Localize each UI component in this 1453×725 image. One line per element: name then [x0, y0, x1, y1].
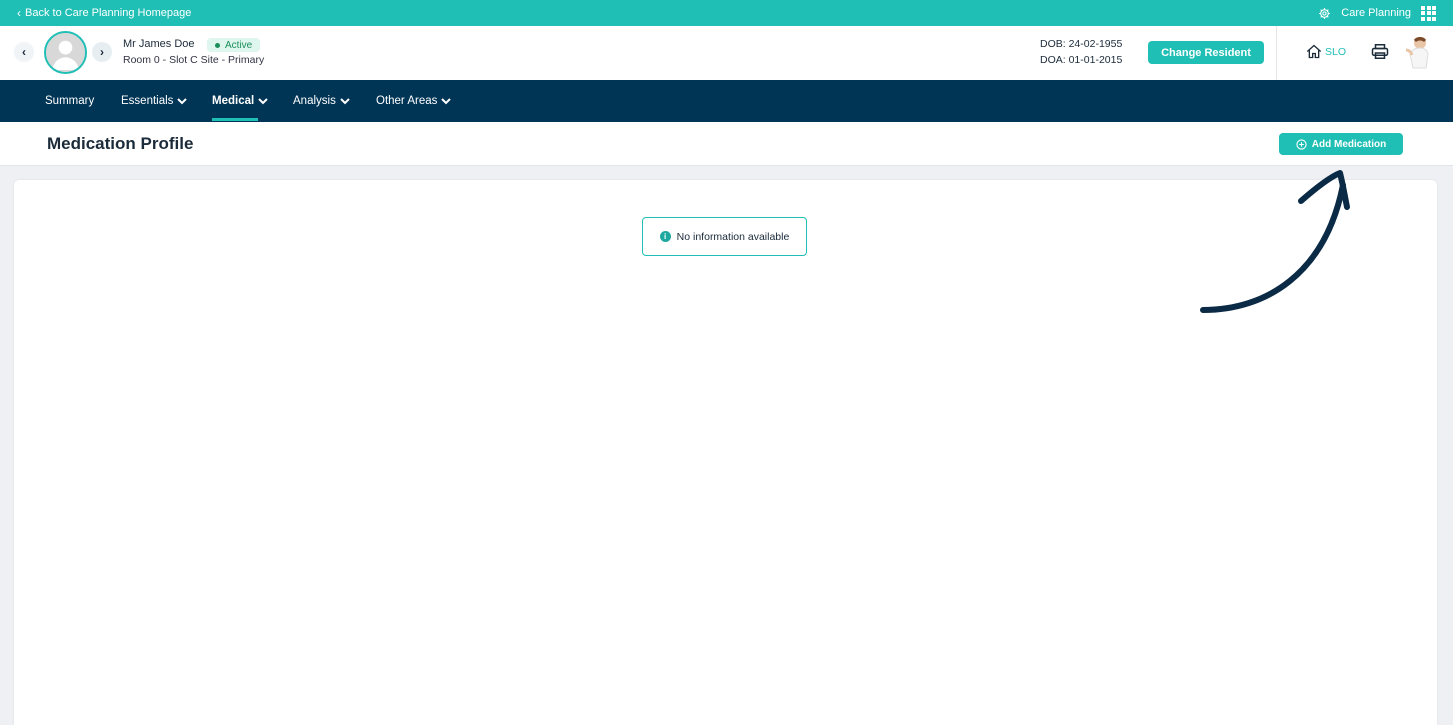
chevron-left-icon: ‹ — [17, 6, 21, 20]
resident-name: Mr James Doe — [123, 38, 195, 50]
printer-icon[interactable] — [1371, 43, 1389, 65]
page-title: Medication Profile — [47, 134, 194, 153]
apps-grid-icon[interactable] — [1421, 5, 1436, 21]
resident-dob: DOB: 24-02-1955 — [1040, 38, 1123, 50]
chevron-down-icon — [177, 97, 188, 104]
status-badge: Active — [207, 38, 261, 52]
nav-item-summary[interactable]: Summary — [45, 80, 94, 122]
main-nav: Summary Essentials Medical Analysis Othe… — [0, 80, 1453, 122]
top-bar: ‹ Back to Care Planning Homepage Care Pl… — [0, 0, 1453, 26]
nav-item-label: Summary — [45, 95, 95, 107]
status-label: Active — [225, 39, 253, 51]
nav-item-other-areas[interactable]: Other Areas — [376, 80, 452, 122]
previous-resident-button[interactable]: ‹ — [14, 42, 34, 62]
header-divider — [1276, 26, 1277, 80]
chevron-down-icon — [258, 97, 268, 104]
chevron-down-icon — [340, 97, 350, 104]
home-icon — [1306, 44, 1322, 59]
status-dot-icon — [215, 42, 220, 48]
empty-state-label: No information available — [676, 230, 790, 243]
info-icon: i — [659, 231, 671, 242]
active-tab-indicator — [212, 118, 258, 121]
app-name: Care Planning — [1341, 7, 1411, 19]
home-label: SLO — [1325, 45, 1347, 58]
page-header: Medication Profile Add Medication — [0, 122, 1453, 166]
nav-item-label: Analysis — [293, 95, 336, 107]
change-resident-button[interactable]: Change Resident — [1148, 41, 1264, 64]
annotation-arrow — [1200, 170, 1350, 313]
nav-item-label: Medical — [212, 95, 255, 107]
nav-item-label: Essentials — [121, 95, 174, 107]
nav-item-analysis[interactable]: Analysis — [293, 80, 350, 122]
next-resident-button[interactable]: › — [92, 42, 112, 62]
user-avatar[interactable] — [1404, 34, 1432, 70]
back-link-label: Back to Care Planning Homepage — [25, 7, 192, 19]
back-to-homepage-link[interactable]: ‹ Back to Care Planning Homepage — [17, 0, 191, 26]
home-link[interactable]: SLO — [1306, 44, 1346, 59]
resident-header: ‹ › Mr James Doe Active Room 0 - Slot C … — [0, 26, 1453, 80]
gear-icon[interactable] — [1318, 7, 1331, 20]
resident-doa: DOA: 01-01-2015 — [1040, 54, 1123, 66]
add-medication-button[interactable]: Add Medication — [1279, 133, 1403, 155]
resident-avatar — [44, 31, 87, 74]
chevron-down-icon — [441, 97, 452, 104]
plus-circle-icon — [1296, 138, 1307, 150]
nav-item-medical[interactable]: Medical — [212, 80, 268, 122]
empty-state-message: i No information available — [642, 217, 807, 256]
resident-room: Room 0 - Slot C Site - Primary — [123, 54, 265, 66]
add-medication-label: Add Medication — [1311, 138, 1387, 150]
nav-item-essentials[interactable]: Essentials — [121, 80, 188, 122]
nav-item-label: Other Areas — [376, 95, 438, 107]
